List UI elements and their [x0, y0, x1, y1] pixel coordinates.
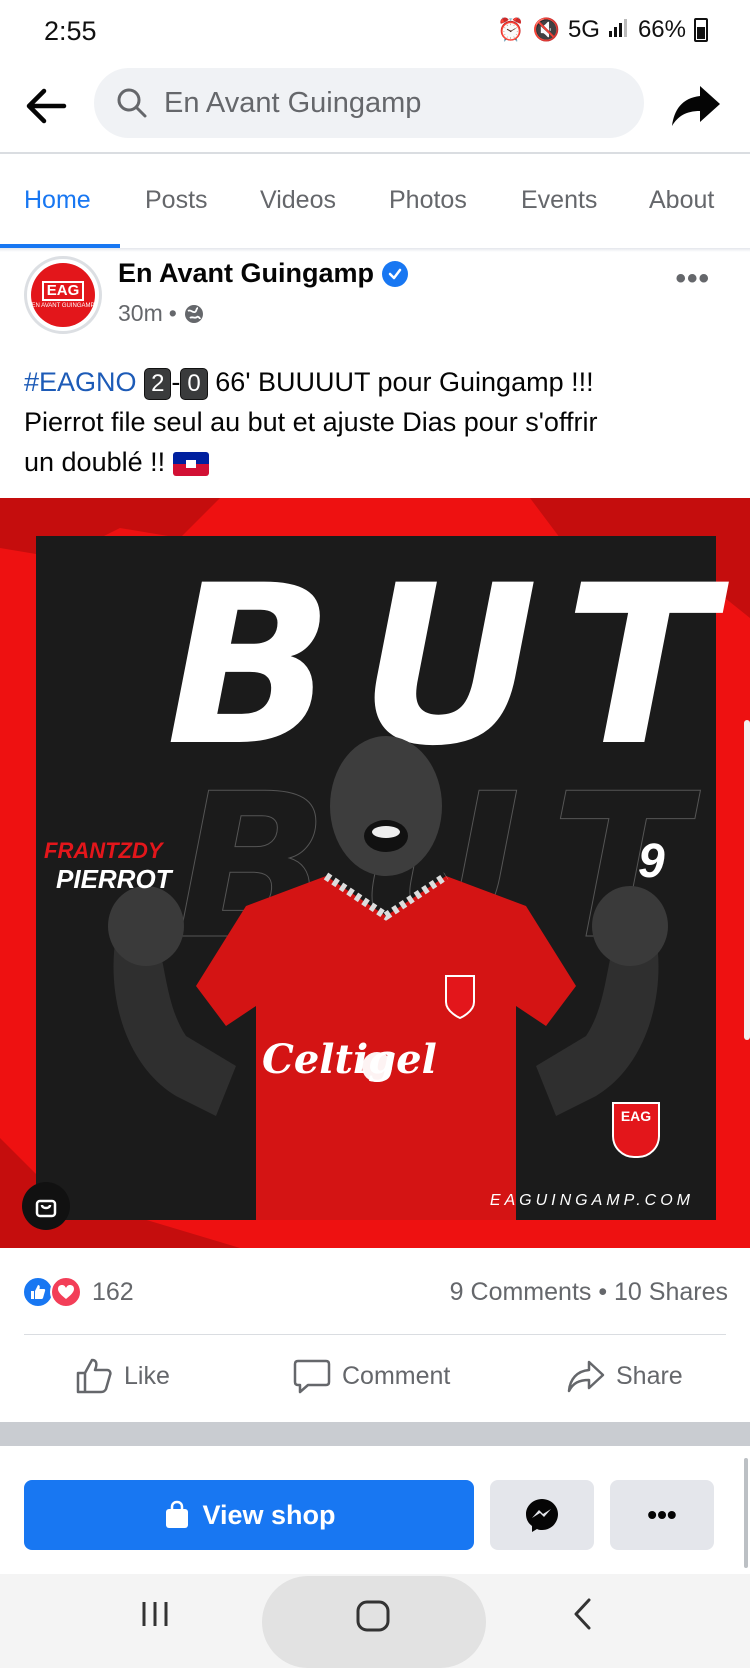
- comment-bubble-icon: [293, 1359, 331, 1394]
- post-text-line3: un doublé !!: [24, 447, 173, 477]
- tab-home[interactable]: Home: [24, 186, 91, 215]
- battery-icon: [694, 18, 708, 42]
- player-number: 9: [638, 835, 665, 888]
- tab-events[interactable]: Events: [521, 186, 597, 215]
- scrollbar[interactable]: [744, 1458, 748, 1568]
- post-text: #EAGNO 2-0 66' BUUUUT pour Guingamp !!! …: [24, 362, 724, 482]
- share-arrow-icon: [567, 1360, 605, 1393]
- post-options-button[interactable]: •••: [675, 262, 710, 296]
- post-author-name: En Avant Guingamp: [118, 258, 375, 288]
- love-reaction-icon: [50, 1276, 82, 1308]
- system-nav-bar: [0, 1574, 750, 1668]
- post-time[interactable]: 30m: [118, 300, 163, 327]
- chevron-left-icon: [574, 1598, 591, 1630]
- avatar-logo-text: EAG: [41, 281, 85, 301]
- hashtag-link[interactable]: #EAGNO: [24, 367, 137, 397]
- meta-separator: •: [168, 300, 177, 326]
- alarm-icon: ⏰: [497, 17, 525, 42]
- player-first-name: FRANTZDY: [44, 838, 163, 863]
- more-options-button[interactable]: •••: [610, 1480, 714, 1550]
- share-button[interactable]: Share: [566, 1356, 683, 1396]
- shopping-bag-icon: [166, 1500, 189, 1528]
- like-label: Like: [124, 1361, 170, 1390]
- share-page-button[interactable]: [668, 78, 724, 134]
- eag-crest-logo: EAG: [612, 1102, 660, 1158]
- post-image[interactable]: BUT BUT Celtigel FRANTZDY PIERROT 9 EAG …: [0, 498, 750, 1248]
- battery-percent: 66%: [637, 16, 686, 43]
- home-button[interactable]: [352, 1594, 396, 1643]
- messenger-icon: [526, 1499, 558, 1532]
- mute-icon: 🔇: [532, 17, 560, 42]
- back-arrow-icon: [26, 88, 67, 124]
- search-query: En Avant Guingamp: [164, 86, 422, 119]
- haiti-flag-icon: [172, 451, 209, 476]
- shop-tag-button[interactable]: [22, 1182, 70, 1230]
- globe-icon: [184, 304, 203, 323]
- touch-indicator: [362, 1052, 392, 1082]
- search-header: En Avant Guingamp: [0, 66, 750, 152]
- divider: [24, 1334, 726, 1335]
- eag-logo-avatar: EAG EN AVANT GUINGAMP: [31, 263, 95, 327]
- thumbs-up-icon: [76, 1358, 112, 1394]
- avatar[interactable]: EAG EN AVANT GUINGAMP: [24, 256, 102, 334]
- page-tabs: Home Posts Videos Photos Events About: [0, 154, 750, 248]
- back-button[interactable]: [22, 82, 74, 134]
- shopping-bag-icon: [35, 1199, 57, 1218]
- search-icon: [117, 88, 147, 118]
- avatar-logo-subtext: EN AVANT GUINGAMP: [31, 303, 95, 309]
- status-time: 2:55: [44, 16, 97, 46]
- comment-button[interactable]: Comment: [292, 1356, 450, 1396]
- graphic-panel: BUT BUT Celtigel FRANTZDY PIERROT 9 EAG …: [36, 536, 716, 1220]
- player-figure: [108, 736, 668, 1220]
- tabs-shadow: [0, 248, 750, 252]
- tab-videos[interactable]: Videos: [260, 186, 336, 215]
- post-text-line2: Pierrot file seul au but et ajuste Dias …: [24, 407, 598, 437]
- search-input[interactable]: En Avant Guingamp: [94, 68, 644, 138]
- score-separator: -: [171, 367, 181, 397]
- status-bar: 2:55 ⏰ 🔇 5G 66%: [0, 0, 750, 64]
- view-shop-label: View shop: [202, 1499, 336, 1530]
- club-website-text: EAGUINGAMP.COM: [489, 1192, 694, 1209]
- view-shop-button[interactable]: View shop: [24, 1480, 474, 1550]
- share-arrow-icon: [672, 86, 720, 126]
- tab-about[interactable]: About: [649, 186, 714, 215]
- share-label: Share: [616, 1361, 683, 1390]
- reactions-summary[interactable]: 162: [22, 1276, 134, 1308]
- section-separator: [0, 1422, 750, 1446]
- recent-apps-icon: [142, 1602, 168, 1626]
- score-home: 2: [144, 368, 172, 400]
- scroll-edge: [744, 720, 750, 1040]
- reaction-count: 162: [92, 1277, 134, 1306]
- home-square-icon: [356, 1600, 390, 1632]
- post-actions: Like Comment Share: [0, 1356, 750, 1406]
- comment-label: Comment: [342, 1361, 451, 1390]
- like-button[interactable]: Like: [74, 1356, 170, 1396]
- system-back-button[interactable]: [564, 1594, 604, 1639]
- post-meta: 30m •: [118, 300, 205, 327]
- messenger-button[interactable]: [490, 1480, 594, 1550]
- score-away: 0: [180, 368, 208, 400]
- signal-icon: [608, 16, 630, 44]
- post-text-line1: 66' BUUUUT pour Guingamp !!!: [207, 367, 594, 397]
- recent-apps-button[interactable]: [136, 1594, 176, 1639]
- status-icons: ⏰ 🔇 5G 66%: [497, 16, 708, 44]
- tab-posts[interactable]: Posts: [145, 186, 208, 215]
- post-author[interactable]: En Avant Guingamp: [118, 258, 409, 289]
- verified-badge-icon: [382, 260, 409, 287]
- tab-photos[interactable]: Photos: [389, 186, 467, 215]
- comments-shares-count[interactable]: 9 Comments • 10 Shares: [450, 1278, 728, 1307]
- sponsor-logo: Celtigel: [262, 1036, 437, 1083]
- network-label: 5G: [567, 16, 600, 43]
- player-last-name: PIERROT: [56, 864, 172, 894]
